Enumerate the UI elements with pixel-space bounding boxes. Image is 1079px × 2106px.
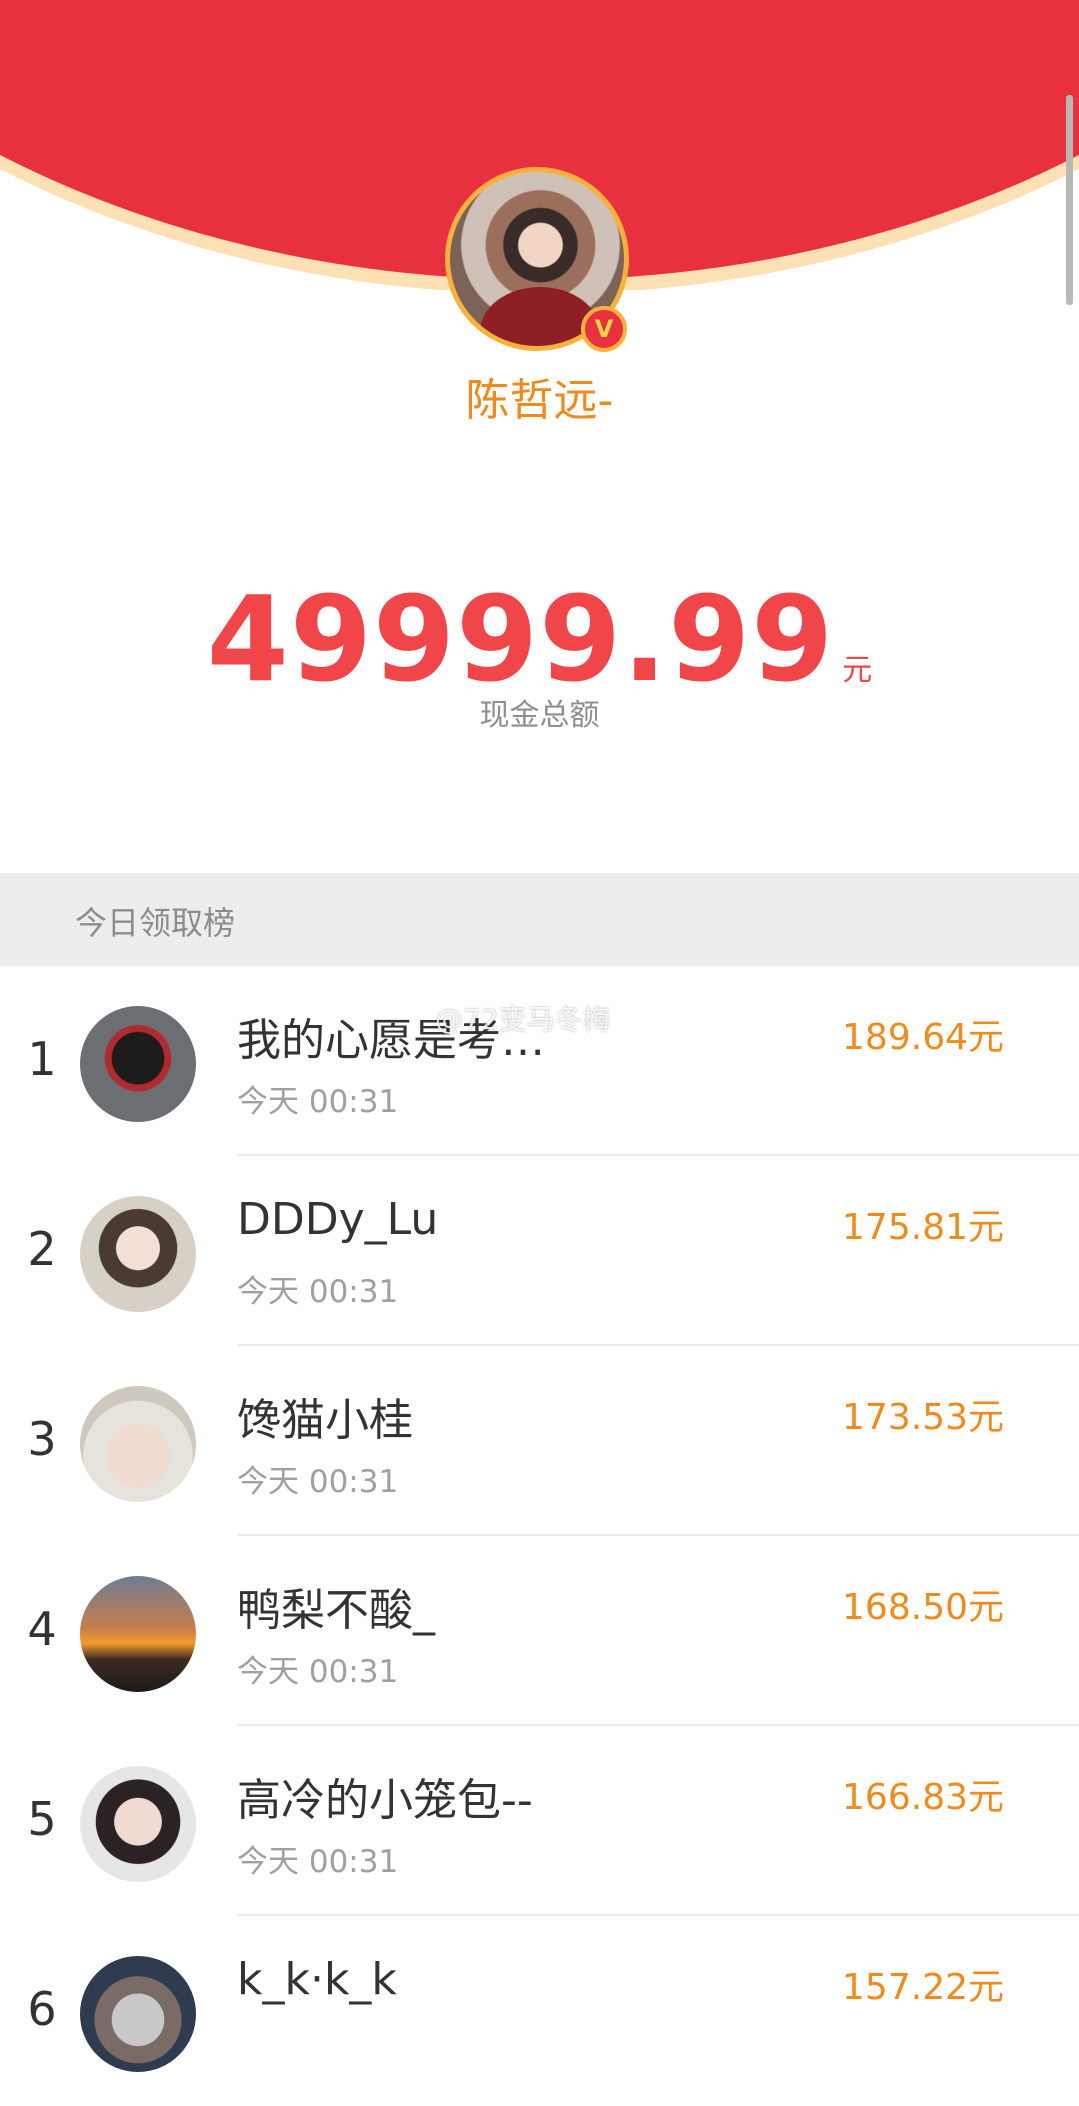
claim-time: 今天 00:31 bbox=[237, 1084, 399, 1120]
leaderboard-row[interactable]: 2 DDDy_Lu 今天 00:31 175.81元 bbox=[0, 1156, 1079, 1346]
leaderboard-row[interactable]: 5 高冷的小笼包-- 今天 00:31 166.83元 bbox=[0, 1726, 1079, 1916]
claim-time: 今天 00:31 bbox=[237, 1654, 399, 1690]
claim-amount: 189.64元 bbox=[842, 1017, 1004, 1058]
user-avatar[interactable] bbox=[80, 1576, 196, 1692]
total-amount: 49999.99 元 bbox=[0, 570, 1079, 708]
claim-amount: 173.53元 bbox=[842, 1397, 1004, 1438]
total-amount-label: 现金总额 bbox=[479, 698, 600, 733]
user-name: k_k·k_k bbox=[237, 1954, 397, 2005]
user-name: 馋猫小桂 bbox=[237, 1395, 413, 1446]
claim-amount: 166.83元 bbox=[842, 1777, 1004, 1818]
rank-number: 1 bbox=[27, 1032, 57, 1086]
user-name: 鸭梨不酸_ bbox=[237, 1585, 435, 1636]
claim-time: 今天 00:31 bbox=[237, 1464, 399, 1500]
claim-amount: 175.81元 bbox=[842, 1207, 1004, 1248]
leaderboard-row[interactable]: 6 k_k·k_k 157.22元 bbox=[0, 1916, 1079, 2106]
verified-badge-icon: V bbox=[581, 306, 627, 352]
user-avatar[interactable] bbox=[80, 1766, 196, 1882]
leaderboard-row[interactable]: 1 我的心愿是考… 今天 00:31 189.64元 bbox=[0, 966, 1079, 1156]
rank-number: 5 bbox=[27, 1792, 57, 1846]
total-amount-unit: 元 bbox=[842, 653, 873, 688]
leaderboard-row[interactable]: 4 鸭梨不酸_ 今天 00:31 168.50元 bbox=[0, 1536, 1079, 1726]
claim-amount: 168.50元 bbox=[842, 1587, 1004, 1628]
leaderboard-header: 今日领取榜 bbox=[0, 873, 1079, 966]
user-name: 高冷的小笼包-- bbox=[237, 1775, 533, 1826]
claim-time: 今天 00:31 bbox=[237, 1844, 399, 1880]
user-name: DDDy_Lu bbox=[237, 1194, 439, 1245]
rank-number: 4 bbox=[27, 1602, 57, 1656]
leaderboard-list: 1 我的心愿是考… 今天 00:31 189.64元 2 DDDy_Lu 今天 … bbox=[0, 966, 1079, 2106]
scrollbar[interactable] bbox=[1066, 95, 1073, 305]
user-avatar[interactable] bbox=[80, 1956, 196, 2072]
claim-amount: 157.22元 bbox=[842, 1967, 1004, 2008]
leaderboard-title: 今日领取榜 bbox=[75, 904, 236, 942]
user-avatar[interactable] bbox=[80, 1386, 196, 1502]
watermark: @72变马冬梅 bbox=[435, 1003, 611, 1036]
user-avatar[interactable] bbox=[80, 1006, 196, 1122]
profile-name[interactable]: 陈哲远- bbox=[0, 364, 1079, 428]
claim-time: 今天 00:31 bbox=[237, 1274, 399, 1310]
rank-number: 6 bbox=[27, 1982, 57, 2036]
rank-number: 3 bbox=[27, 1412, 57, 1466]
total-amount-value: 49999.99 bbox=[206, 570, 835, 708]
leaderboard-row[interactable]: 3 馋猫小桂 今天 00:31 173.53元 bbox=[0, 1346, 1079, 1536]
rank-number: 2 bbox=[27, 1222, 57, 1276]
user-avatar[interactable] bbox=[80, 1196, 196, 1312]
